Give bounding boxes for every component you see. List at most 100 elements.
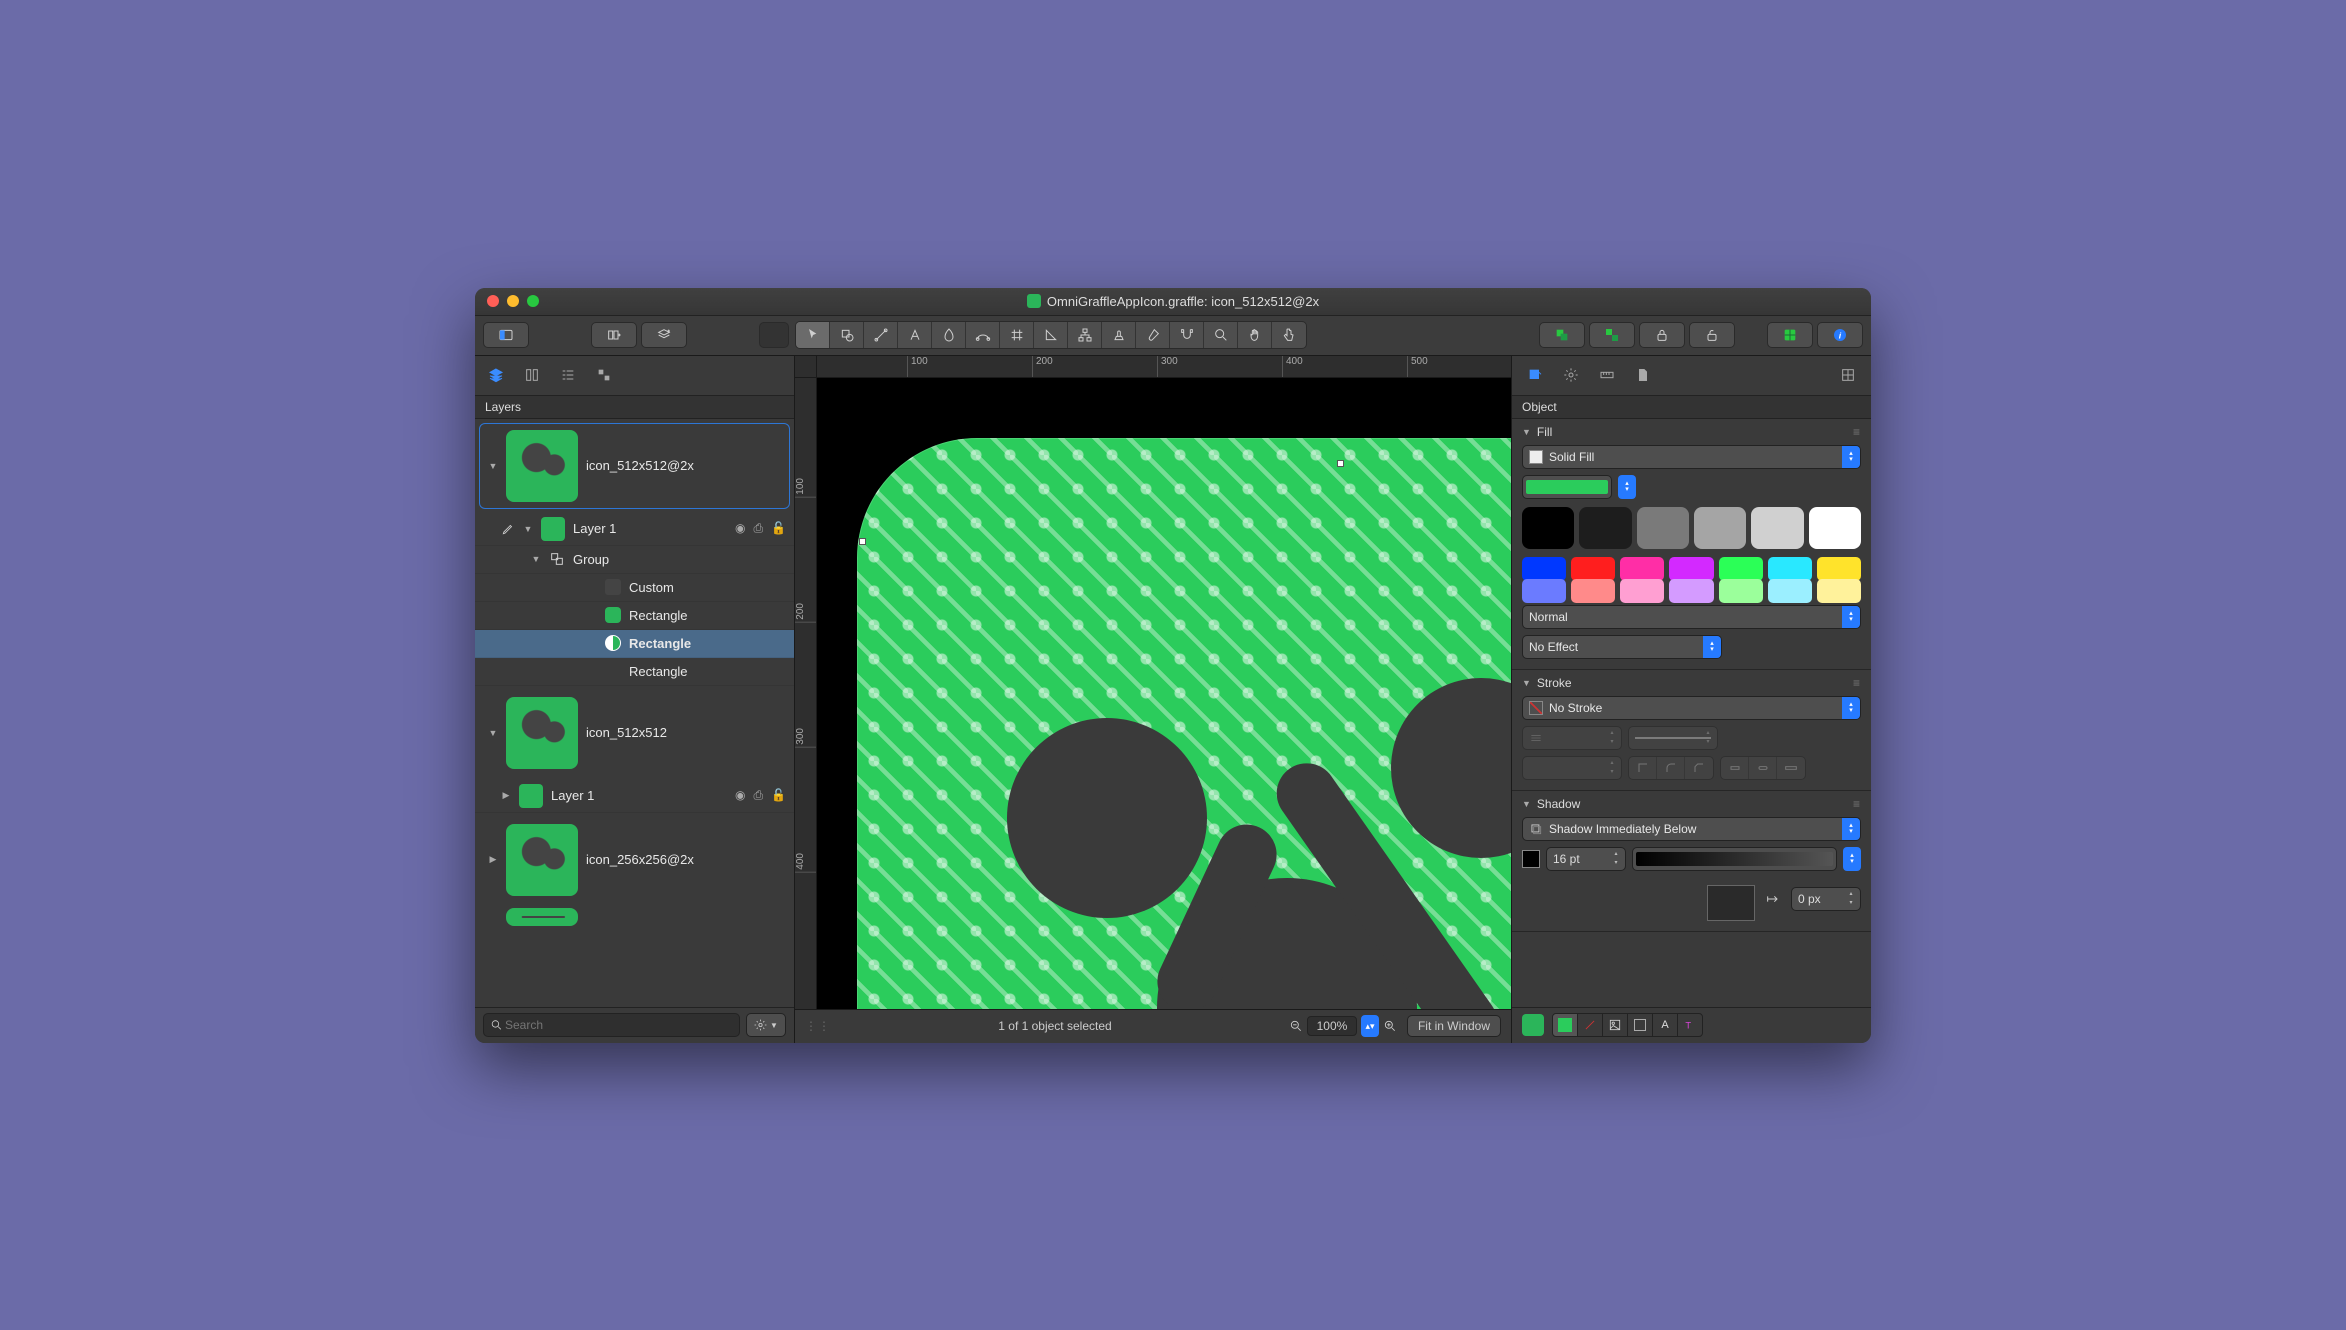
section-menu-icon[interactable]: ≡: [1853, 425, 1861, 439]
stroke-width-field[interactable]: ▴▾: [1522, 726, 1622, 750]
palette-swatch[interactable]: [1809, 507, 1861, 549]
sidebar-tab-outline[interactable]: [557, 364, 579, 386]
diagram-tool[interactable]: [1068, 322, 1102, 348]
palette-swatch[interactable]: [1620, 557, 1664, 581]
new-canvas-button[interactable]: [591, 322, 637, 348]
palette-swatch[interactable]: [1751, 507, 1803, 549]
measure-tool[interactable]: [1034, 322, 1068, 348]
artboard-tool[interactable]: [1000, 322, 1034, 348]
zoom-stepper[interactable]: ▴▾: [1361, 1015, 1379, 1037]
cap-round[interactable]: [1749, 757, 1777, 779]
stamp-tool[interactable]: [1102, 322, 1136, 348]
layer-item-row[interactable]: Rectangle: [475, 658, 794, 686]
text-tool[interactable]: [898, 322, 932, 348]
section-menu-icon[interactable]: ≡: [1853, 797, 1861, 811]
palette-swatch[interactable]: [1719, 579, 1763, 603]
palette-swatch[interactable]: [1571, 579, 1615, 603]
lock-button[interactable]: [1639, 322, 1685, 348]
fill-color-well[interactable]: [1522, 475, 1612, 499]
pen-tool[interactable]: [932, 322, 966, 348]
canvas-row[interactable]: ▶ icon_256x256@2x: [479, 817, 790, 903]
ruler-origin[interactable]: [795, 356, 817, 378]
canvas-row-partial[interactable]: [479, 907, 790, 927]
section-menu-icon[interactable]: ≡: [1853, 676, 1861, 690]
palette-swatch[interactable]: [1694, 507, 1746, 549]
disclosure-triangle-icon[interactable]: ▶: [501, 790, 511, 801]
join-bevel[interactable]: [1685, 757, 1713, 779]
vertical-ruler[interactable]: 100 200 300 400: [795, 378, 817, 1009]
style-chip[interactable]: [1522, 1014, 1544, 1036]
minimize-window-button[interactable]: [507, 295, 519, 307]
line-tool[interactable]: [864, 322, 898, 348]
pencil-icon[interactable]: [501, 521, 515, 537]
palette-swatch[interactable]: [1522, 557, 1566, 581]
unlock-button[interactable]: [1689, 322, 1735, 348]
toggle-sidebar-button[interactable]: [483, 322, 529, 348]
palette-swatch[interactable]: [1719, 557, 1763, 581]
inspector-grid-toggle[interactable]: [1837, 364, 1859, 386]
visibility-toggle-icon[interactable]: ◉: [735, 788, 745, 803]
shadow-color-well[interactable]: [1522, 850, 1540, 868]
blend-mode-dropdown[interactable]: Normal ▴▾: [1522, 605, 1861, 629]
artwork-shape[interactable]: [857, 438, 1511, 1009]
layer-row[interactable]: ▼ Layer 1 ◉ ⎙ 🔓: [475, 513, 794, 546]
sidebar-tab-guides[interactable]: [521, 364, 543, 386]
sidebar-actions-menu[interactable]: ▼: [746, 1013, 786, 1037]
stroke-dash-field[interactable]: ▴▾: [1628, 726, 1718, 750]
style-image-chip[interactable]: [1602, 1013, 1628, 1037]
layer-item-row[interactable]: Rectangle: [475, 602, 794, 630]
layers-tree[interactable]: ▼ icon_512x512@2x ▼ Layer 1 ◉ ⎙ 🔓: [475, 419, 794, 1007]
shadow-offset-field[interactable]: 0 px ▴▾: [1791, 887, 1861, 911]
sidebar-tab-layers[interactable]: [485, 364, 507, 386]
group-button[interactable]: [1539, 322, 1585, 348]
layer-item-row[interactable]: Custom: [475, 574, 794, 602]
style-shadow-chip[interactable]: [1627, 1013, 1653, 1037]
action-tool[interactable]: [1272, 322, 1306, 348]
disclosure-triangle-icon[interactable]: ▼: [1522, 799, 1531, 809]
style-font-chip[interactable]: A: [1652, 1013, 1678, 1037]
point-edit-tool[interactable]: [966, 322, 1000, 348]
shadow-gradient-stepper[interactable]: ▴▾: [1843, 847, 1861, 871]
zoom-in-icon[interactable]: [1383, 1018, 1397, 1034]
disclosure-triangle-icon[interactable]: ▼: [1522, 678, 1531, 688]
lock-toggle-icon[interactable]: 🔓: [771, 788, 786, 803]
shadow-offset-preview[interactable]: [1707, 885, 1755, 921]
horizontal-ruler[interactable]: 100 200 300 400 500: [817, 356, 1511, 378]
sidebar-tab-selection[interactable]: [593, 364, 615, 386]
palette-swatch[interactable]: [1817, 579, 1861, 603]
zoom-out-icon[interactable]: [1289, 1018, 1303, 1034]
cap-square[interactable]: [1777, 757, 1805, 779]
new-layer-button[interactable]: [641, 322, 687, 348]
search-input[interactable]: [503, 1017, 733, 1033]
shape-tool[interactable]: [830, 322, 864, 348]
magnet-tool[interactable]: [1170, 322, 1204, 348]
palette-swatch[interactable]: [1620, 579, 1664, 603]
fill-effect-dropdown[interactable]: No Effect ▴▾: [1522, 635, 1722, 659]
join-miter[interactable]: [1629, 757, 1657, 779]
tool-collapse-button[interactable]: [759, 322, 789, 348]
disclosure-triangle-icon[interactable]: ▼: [1522, 427, 1531, 437]
hand-tool[interactable]: [1238, 322, 1272, 348]
zoom-tool[interactable]: [1204, 322, 1238, 348]
sidebar-search-field[interactable]: [483, 1013, 740, 1037]
stroke-color-field[interactable]: ▴▾: [1522, 756, 1622, 780]
shadow-gradient-well[interactable]: [1632, 847, 1837, 871]
ungroup-button[interactable]: [1589, 322, 1635, 348]
palette-swatch[interactable]: [1817, 557, 1861, 581]
inspector-tab-properties[interactable]: [1560, 364, 1582, 386]
inspector-tab-document[interactable]: [1632, 364, 1654, 386]
palette-swatch[interactable]: [1669, 557, 1713, 581]
layer-row[interactable]: ▶ Layer 1 ◉ ⎙ 🔓: [475, 780, 794, 813]
palette-swatch[interactable]: [1522, 579, 1566, 603]
visibility-toggle-icon[interactable]: ◉: [735, 521, 745, 536]
palette-swatch[interactable]: [1768, 557, 1812, 581]
palette-swatch[interactable]: [1522, 507, 1574, 549]
style-brush-tool[interactable]: [1136, 322, 1170, 348]
fill-type-dropdown[interactable]: Solid Fill ▴▾: [1522, 445, 1861, 469]
disclosure-triangle-icon[interactable]: ▼: [523, 524, 533, 534]
palette-swatch[interactable]: [1579, 507, 1631, 549]
stroke-type-dropdown[interactable]: No Stroke ▴▾: [1522, 696, 1861, 720]
shadow-type-dropdown[interactable]: Shadow Immediately Below ▴▾: [1522, 817, 1861, 841]
inspector-tab-canvas[interactable]: [1596, 364, 1618, 386]
join-round[interactable]: [1657, 757, 1685, 779]
